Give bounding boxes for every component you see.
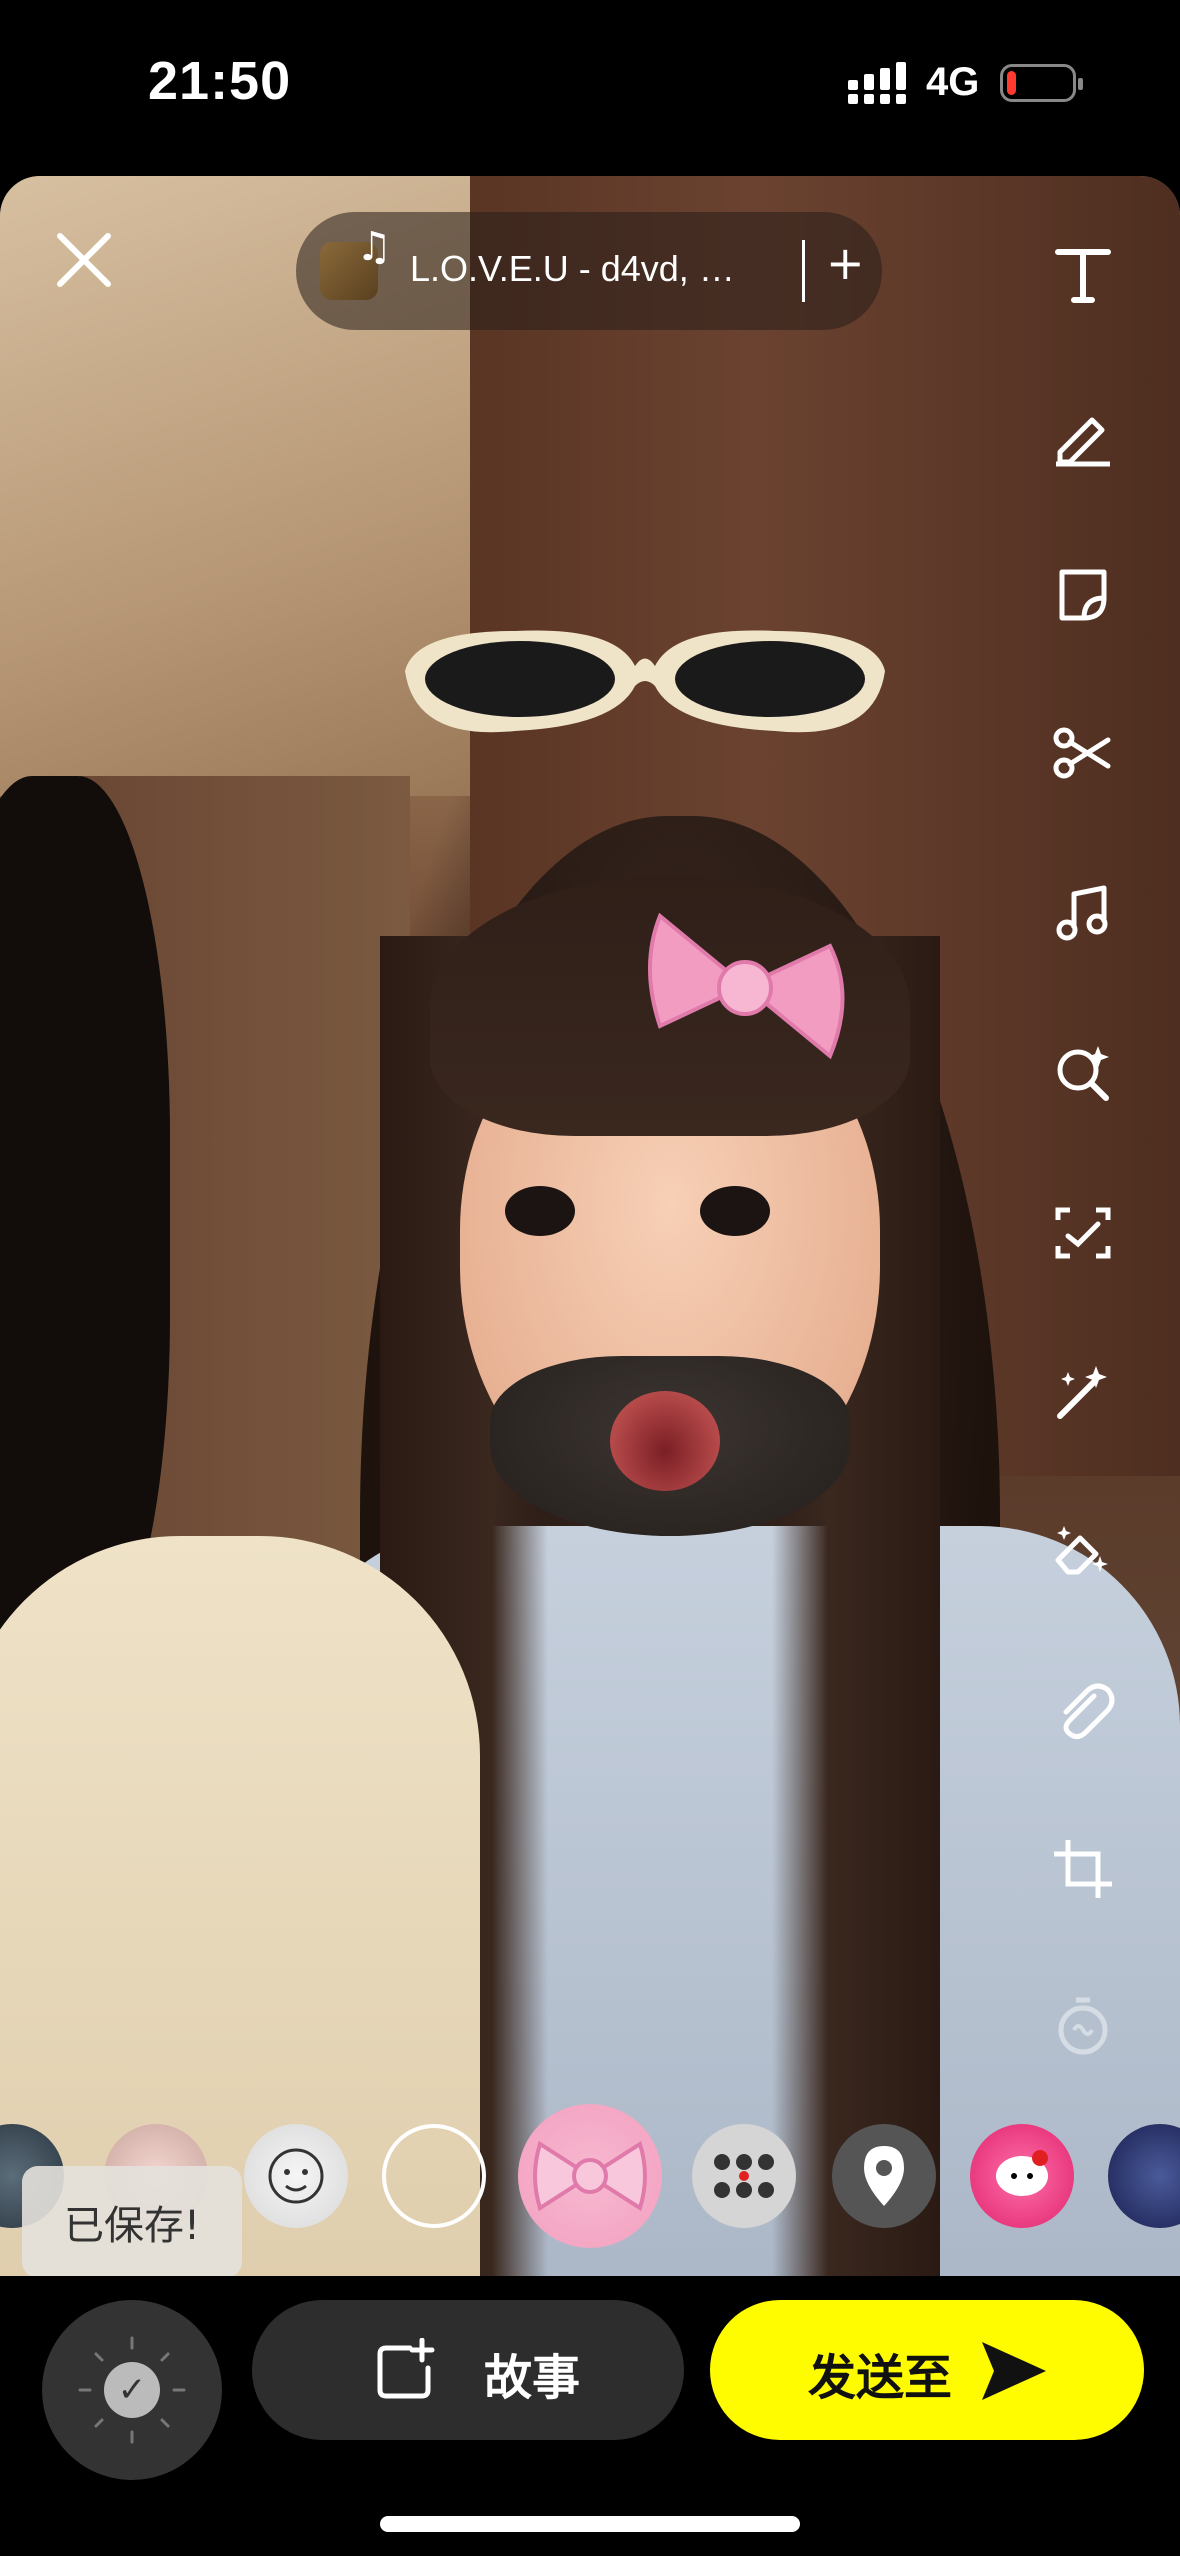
music-note-icon: ♫: [356, 224, 392, 270]
magic-eraser-icon: [1055, 1526, 1108, 1575]
snap-preview[interactable]: [0, 176, 1180, 2276]
lens-search-tool[interactable]: [1046, 1036, 1120, 1110]
music-divider: [802, 240, 805, 302]
eraser-tool[interactable]: [1046, 1514, 1120, 1588]
lens-item-none[interactable]: [382, 2124, 486, 2228]
sunglasses-filter-effect: [405, 630, 885, 733]
crop-tool[interactable]: [1046, 1832, 1120, 1906]
sticker-tool[interactable]: [1046, 558, 1120, 632]
subject-mouth: [610, 1391, 720, 1491]
crop-icon: [1054, 1840, 1112, 1898]
cut-tool[interactable]: [1046, 716, 1120, 790]
timer-tool[interactable]: [1046, 1990, 1120, 2064]
text-icon: [1055, 249, 1111, 303]
saved-tooltip: 已保存!: [22, 2166, 242, 2296]
send-to-button[interactable]: 发送至: [710, 2300, 1144, 2440]
lens-item-bow-selected[interactable]: [518, 2104, 662, 2248]
magnify-sparkle-icon: [1057, 1046, 1109, 1101]
scan-face-icon: [1055, 1207, 1111, 1259]
battery-icon: [1000, 64, 1083, 102]
battery-level: [1007, 71, 1016, 95]
lens-item-hello-kitty[interactable]: [970, 2124, 1074, 2228]
subject-eye-right: [700, 1186, 770, 1236]
add-music-button[interactable]: +: [826, 236, 865, 290]
pencil-icon: [1056, 417, 1110, 467]
status-time: 21:50: [148, 51, 292, 111]
check-icon: ✓: [104, 2362, 160, 2418]
send-to-label: 发送至: [808, 2350, 953, 2406]
story-label: 故事: [484, 2350, 581, 2406]
sketch-face-icon: [268, 2148, 324, 2204]
sticker-icon: [1059, 569, 1107, 621]
send-arrow-icon: [982, 2342, 1046, 2400]
draw-tool[interactable]: [1046, 398, 1120, 472]
magic-wand-icon: [1057, 1366, 1107, 1419]
signal-icon: [848, 62, 906, 104]
bow-filter-effect: [648, 912, 845, 1060]
music-tool[interactable]: [1046, 876, 1120, 950]
lens-item-sketch[interactable]: [244, 2124, 348, 2228]
saved-tooltip-text: 已保存!: [63, 2203, 201, 2249]
music-attachment-pill[interactable]: ♫ L.O.V.E.U - d4vd, ha... +: [296, 212, 882, 330]
scan-tool[interactable]: [1046, 1196, 1120, 1270]
status-bar: 21:50 4G: [0, 0, 1180, 170]
magic-tool[interactable]: [1046, 1356, 1120, 1430]
bow-icon: [533, 2140, 647, 2212]
add-story-icon: [377, 2338, 435, 2399]
subject-eye-left: [505, 1186, 575, 1236]
attach-tool[interactable]: [1046, 1672, 1120, 1746]
close-icon[interactable]: [52, 228, 116, 292]
scissors-icon: [1053, 727, 1111, 779]
paperclip-icon: [1063, 1683, 1115, 1740]
music-title: L.O.V.E.U - d4vd, ha...: [410, 248, 750, 289]
network-type: 4G: [926, 60, 980, 104]
story-button[interactable]: 故事: [252, 2300, 684, 2440]
timer-loop-icon: [1058, 1997, 1108, 2055]
sheep-pattern-icon: [714, 2154, 774, 2198]
home-indicator: [380, 2516, 800, 2532]
location-pin-icon: [864, 2146, 904, 2206]
music-note-icon: [1056, 885, 1108, 941]
kitty-icon: [996, 2150, 1048, 2196]
save-button[interactable]: ✓: [42, 2300, 222, 2480]
lens-item-sheep[interactable]: [692, 2124, 796, 2228]
lens-item-location[interactable]: [832, 2124, 936, 2228]
text-tool[interactable]: [1046, 238, 1120, 312]
